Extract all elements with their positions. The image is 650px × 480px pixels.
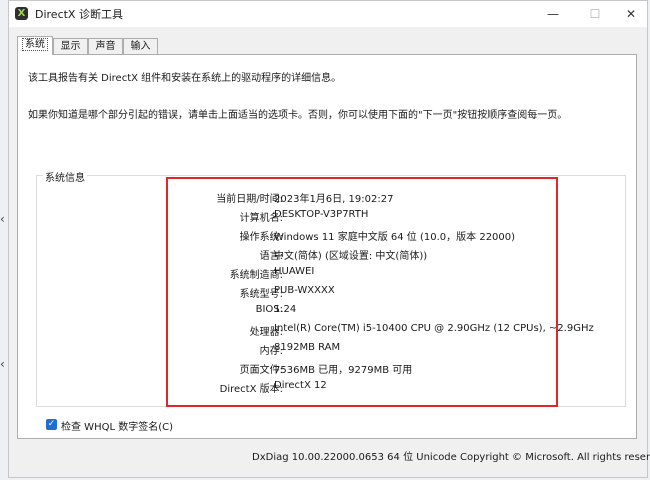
intro-text: 该工具报告有关 DirectX 组件和安装在系统上的驱动程序的详细信息。	[28, 73, 342, 84]
info-row: 系统型号: PUB-WXXXX	[37, 283, 625, 302]
tab-input[interactable]: 输入	[123, 38, 158, 54]
checkmark-icon[interactable]: ✓	[46, 419, 57, 430]
dxdiag-window: X DirectX 诊断工具 — ☐ ✕ 系统 显示 声音 输入 该工具报告有关…	[8, 0, 650, 478]
tab-input-label: 输入	[130, 41, 151, 52]
info-row-value: 7536MB 已用，9279MB 可用	[274, 365, 413, 376]
info-row-value: 1.24	[274, 304, 297, 315]
info-row: 内存: 8192MB RAM	[37, 340, 625, 359]
window-title: DirectX 诊断工具	[35, 8, 123, 21]
info-row: 操作系统: Windows 11 家庭中文版 64 位 (10.0，版本 220…	[37, 226, 625, 245]
background-fragment: ‹	[0, 357, 5, 371]
background-fragment: ‹	[0, 212, 5, 226]
info-row-value: HUAWEI	[274, 266, 315, 277]
tab-display[interactable]: 显示	[53, 38, 88, 54]
tab-display-label: 显示	[60, 41, 81, 52]
info-row-value: DirectX 12	[274, 380, 327, 391]
instruction-text: 如果你知道是哪个部分引起的错误，请单击上面适当的选项卡。否则，你可以使用下面的"…	[28, 110, 568, 121]
tab-system[interactable]: 系统	[17, 36, 53, 55]
title-bar[interactable]: X DirectX 诊断工具 — ☐ ✕	[9, 1, 647, 27]
system-info-group: 系统信息 当前日期/时间: 2023年1月6日, 19:02:27 计算机名: …	[36, 169, 626, 407]
info-row-value: 中文(简体) (区域设置: 中文(简体))	[274, 251, 428, 262]
maximize-button[interactable]: ☐	[575, 1, 615, 27]
system-info-title: 系统信息	[43, 169, 87, 184]
directx-app-icon: X	[15, 7, 28, 20]
info-row: 计算机名: DESKTOP-V3P7RTH	[37, 207, 625, 226]
info-row-value: PUB-WXXXX	[274, 285, 335, 296]
info-row-value: 8192MB RAM	[274, 342, 341, 353]
tab-system-label: 系统	[22, 38, 48, 51]
minimize-button[interactable]: —	[533, 1, 573, 27]
close-button[interactable]: ✕	[611, 1, 650, 27]
info-row: DirectX 版本: DirectX 12	[37, 378, 625, 397]
system-tab-panel: 该工具报告有关 DirectX 组件和安装在系统上的驱动程序的详细信息。 如果你…	[17, 54, 637, 439]
directx-x-glyph: X	[17, 8, 26, 19]
tab-sound[interactable]: 声音	[88, 38, 123, 54]
info-row-value: Windows 11 家庭中文版 64 位 (10.0，版本 22000)	[274, 232, 516, 243]
info-row: 当前日期/时间: 2023年1月6日, 19:02:27	[37, 188, 625, 207]
info-row: 页面文件: 7536MB 已用，9279MB 可用	[37, 359, 625, 378]
info-row: 处理器: Intel(R) Core(TM) i5-10400 CPU @ 2.…	[37, 321, 625, 340]
tab-sound-label: 声音	[95, 41, 116, 52]
info-row-value: Intel(R) Core(TM) i5-10400 CPU @ 2.90GHz…	[274, 323, 594, 334]
info-row-value: 2023年1月6日, 19:02:27	[274, 194, 394, 205]
info-row: 系统制造商: HUAWEI	[37, 264, 625, 283]
footer-version-text: DxDiag 10.00.22000.0653 64 位 Unicode Cop…	[252, 452, 650, 463]
info-row: BIOS: 1.24	[37, 302, 625, 321]
info-row-value: DESKTOP-V3P7RTH	[274, 209, 369, 220]
info-row: 语言: 中文(简体) (区域设置: 中文(简体))	[37, 245, 625, 264]
whql-checkbox-label: 检查 WHQL 数字签名(C)	[61, 422, 173, 433]
info-row-label: 当前日期/时间:	[216, 194, 283, 205]
